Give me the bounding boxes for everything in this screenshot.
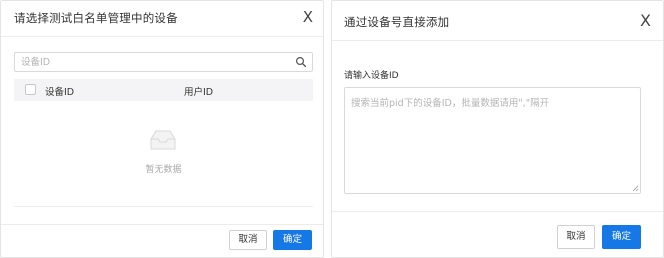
device-search-field — [14, 52, 313, 72]
search-icon[interactable] — [295, 56, 307, 68]
device-id-textarea[interactable] — [345, 88, 640, 193]
column-header-user-id: 用户ID — [184, 87, 214, 98]
cancel-button[interactable]: 取消 — [557, 225, 595, 249]
device-id-search-input[interactable] — [15, 53, 290, 71]
add-by-device-id-dialog: 通过设备号直接添加 X 请输入设备ID 取消 确定 — [331, 0, 664, 258]
confirm-button[interactable]: 确定 — [273, 230, 312, 250]
dialog-header: 请选择测试白名单管理中的设备 X — [1, 1, 323, 37]
table-empty-state: 暂无数据 — [14, 101, 313, 207]
select-all-checkbox[interactable] — [25, 84, 36, 95]
resize-grip-icon[interactable] — [631, 184, 639, 192]
cancel-button[interactable]: 取消 — [229, 230, 267, 250]
device-id-field-label: 请输入设备ID — [344, 71, 399, 81]
column-header-device-id: 设备ID — [45, 87, 75, 98]
table-header: 设备ID 用户ID — [14, 79, 313, 101]
device-id-textarea-wrapper — [344, 87, 641, 194]
empty-state-text: 暂无数据 — [145, 165, 182, 175]
dialog-header: 通过设备号直接添加 X — [332, 1, 663, 41]
dialog-title: 请选择测试白名单管理中的设备 — [14, 11, 178, 25]
empty-box-icon — [150, 130, 176, 150]
confirm-button[interactable]: 确定 — [602, 225, 641, 249]
device-select-dialog: 请选择测试白名单管理中的设备 X 设备ID 用户ID 暂无数据 取消 确定 — [0, 0, 324, 258]
close-icon[interactable]: X — [303, 8, 313, 26]
close-icon[interactable]: X — [640, 12, 651, 30]
dialog-title: 通过设备号直接添加 — [344, 15, 450, 29]
